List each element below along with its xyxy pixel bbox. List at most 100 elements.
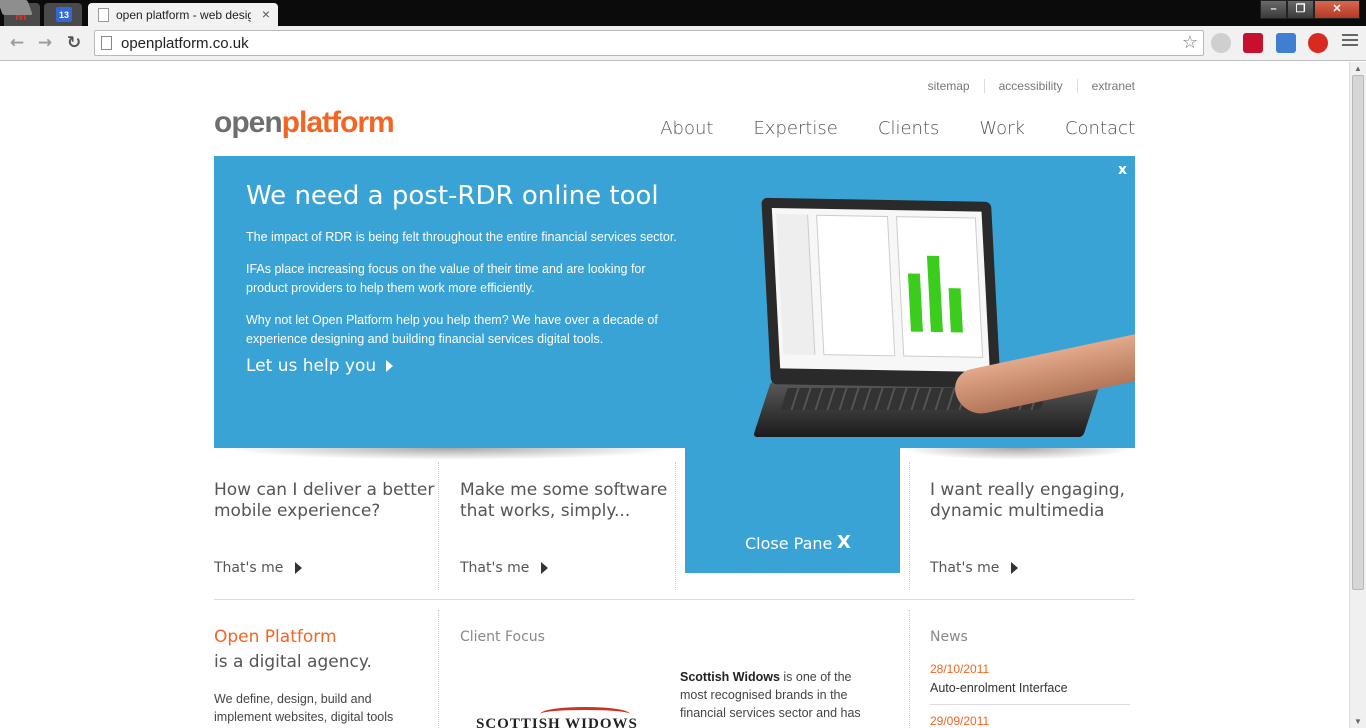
news-date: 29/09/2011 [930,714,990,728]
hero-paragraph-1: The impact of RDR is being felt througho… [246,230,677,244]
column-divider [438,610,439,728]
menu-icon[interactable] [1342,34,1358,50]
vertical-scrollbar[interactable]: ▲ ▼ [1349,62,1366,728]
hero-cta-label: Let us help you [246,356,377,376]
thats-me-link[interactable]: That's me [214,560,303,576]
extension-stop-icon[interactable] [1308,33,1328,53]
extranet-link[interactable]: extranet [1076,79,1135,93]
window-controls: – ❐ ✕ [1260,0,1360,19]
tab-open-platform[interactable]: open platform - web desig × [88,3,278,26]
feature-title: Make me some software that works, simply… [460,480,668,521]
scroll-up-icon[interactable]: ▲ [1354,64,1362,73]
laptop-screen-frame [761,197,1001,389]
screen-bar-2 [926,255,943,333]
screen-chart-panel [895,216,984,358]
hero-shadow-left [220,448,680,460]
screen-sidebar [776,214,816,355]
browser-toolbar: ← → ↻ openplatform.co.uk ☆ [0,26,1366,61]
client-name: Scottish Widows [680,670,780,684]
accessibility-link[interactable]: accessibility [983,79,1077,93]
extension-red-icon[interactable] [1243,33,1263,53]
feature-title: How can I deliver a better mobile experi… [214,480,435,521]
news-item[interactable]: 28/10/2011 Auto-enrolment Interface [930,662,1130,695]
minimize-button[interactable]: – [1260,0,1287,19]
scroll-thumb[interactable] [1352,75,1364,590]
close-x-icon: X [837,532,851,553]
hero-banner: x We need a post-RDR online tool The imp… [214,156,1135,448]
close-pane-label: Close Pane [745,534,833,553]
screen-bar-3 [948,288,963,333]
arrow-right-icon [1011,562,1019,574]
utility-links: sitemap accessibility extranet [914,79,1135,93]
nav-about[interactable]: About [660,118,713,139]
thats-me-label: That's me [930,560,1000,576]
about-text: We define, design, build and implement w… [214,692,394,724]
news-separator [930,704,1130,705]
laptop-screen [771,207,990,373]
maximize-button[interactable]: ❐ [1287,0,1314,19]
hero-cta-link[interactable]: Let us help you [246,356,394,376]
globe-icon[interactable] [1211,33,1231,53]
client-focus-text: Scottish Widows is one of the most recog… [680,668,880,722]
main-nav: About Expertise Clients Work Contact [620,118,1135,139]
page-viewport: sitemap accessibility extranet openplatf… [0,62,1349,728]
column-divider [675,462,676,590]
about-title[interactable]: Open Platform [214,627,337,647]
screen-form-panel [816,214,896,357]
forward-icon[interactable]: → [34,32,56,54]
back-icon[interactable]: ← [6,32,28,54]
thats-me-link[interactable]: That's me [930,560,1019,576]
column-divider [438,462,439,590]
thats-me-label: That's me [214,560,284,576]
close-pane-button[interactable]: Close Pane X [685,448,900,573]
address-bar[interactable]: openplatform.co.uk ☆ [94,30,1204,56]
section-divider [214,599,1135,600]
hero-paragraph-3: Why not let Open Platform help you help … [246,313,658,346]
page-icon [101,36,112,50]
logo-platform: platform [281,106,395,139]
logo-open: open [214,106,283,139]
nav-clients[interactable]: Clients [878,118,940,139]
nav-contact[interactable]: Contact [1065,118,1135,139]
site-logo[interactable]: openplatform [214,106,395,140]
tab-calendar[interactable]: 13 [44,3,82,26]
scottish-widows-logo[interactable]: SCOTTISH WIDOWS [476,716,638,728]
close-window-button[interactable]: ✕ [1314,0,1360,19]
reload-icon[interactable]: ↻ [63,32,85,54]
about-subtitle: is a digital agency. [214,652,372,672]
feature-title: I want really engaging, dynamic multimed… [930,480,1125,521]
news-item[interactable]: 29/09/2011 [930,714,1130,728]
thats-me-label: That's me [460,560,530,576]
nav-work[interactable]: Work [979,118,1025,139]
news-title: News [930,629,968,645]
screen-bar-1 [907,273,923,332]
feature-multimedia: I want really engaging, dynamic multimed… [930,480,1155,576]
sitemap-link[interactable]: sitemap [914,79,984,93]
column-divider [909,462,910,590]
thats-me-link[interactable]: That's me [460,560,549,576]
news-date: 28/10/2011 [930,662,990,676]
news-headline: Auto-enrolment Interface [930,681,1068,695]
feature-mobile: How can I deliver a better mobile experi… [214,480,439,576]
tab-close-icon[interactable]: × [262,6,270,22]
bookmark-star-icon[interactable]: ☆ [1182,32,1198,53]
arrow-right-icon [295,562,303,574]
nav-expertise[interactable]: Expertise [753,118,837,139]
page-icon [98,8,109,22]
hero-paragraph-2: IFAs place increasing focus on the value… [246,262,646,295]
new-tab-button[interactable] [0,0,33,15]
hero-title: We need a post-RDR online tool [246,181,659,211]
url-text[interactable]: openplatform.co.uk [121,35,249,52]
client-focus-title: Client Focus [460,629,545,645]
hero-shadow-right [900,448,1135,460]
hero-close-icon[interactable]: x [1118,162,1127,178]
browser-titlebar: M 13 open platform - web desig × – ❐ ✕ [0,0,1366,26]
feature-software: Make me some software that works, simply… [460,480,685,576]
extension-tv-icon[interactable] [1276,33,1296,53]
scroll-down-icon[interactable]: ▼ [1354,717,1362,726]
calendar-icon: 13 [56,7,72,22]
arrow-right-icon [386,360,394,372]
tab-title: open platform - web desig [116,8,251,22]
arrow-right-icon [541,562,549,574]
column-divider [909,610,910,728]
